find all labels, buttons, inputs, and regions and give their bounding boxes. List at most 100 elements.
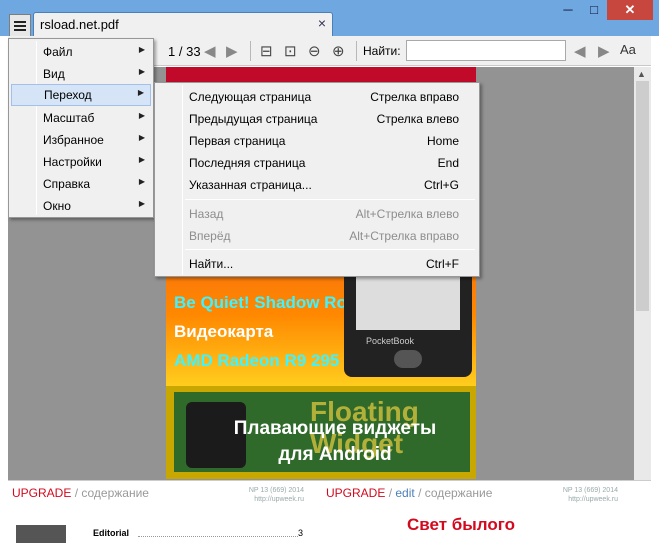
menu-item-find[interactable]: Найти... Ctrl+F	[157, 253, 477, 275]
menu-item-label: Настройки	[43, 155, 102, 169]
toc-leader	[138, 536, 298, 537]
menu-item-label: Справка	[43, 177, 91, 191]
menu-icon-line	[14, 21, 26, 23]
menu-item-next-page[interactable]: Следующая страница Стрелка вправо	[157, 86, 477, 108]
submenu-arrow-icon: ▶	[138, 199, 145, 208]
menu-item-first-page[interactable]: Первая страница Home	[157, 130, 477, 152]
submenu-arrow-icon: ▶	[138, 111, 145, 120]
page-total: / 33	[178, 44, 201, 59]
menu-item-label: Назад	[189, 207, 224, 221]
zoom-in-icon[interactable]: ⊕	[332, 42, 345, 60]
article-headline: Свет былого	[407, 515, 516, 534]
page-number[interactable]: 1 / 33	[168, 44, 201, 59]
section-header: UPGRADE / содержание	[12, 486, 149, 500]
scrollbar-thumb[interactable]	[636, 81, 649, 311]
fit-page-icon[interactable]: ⊟	[260, 42, 273, 60]
tab-title: rsload.net.pdf	[40, 17, 119, 32]
issue-info: NP 13 (669) 2014 http://upweek.ru	[248, 487, 304, 503]
close-window-button[interactable]: ✕	[607, 0, 653, 20]
menu-item-label: Вид	[43, 67, 65, 81]
menu-item-zoom[interactable]: Масштаб ▶	[11, 107, 151, 129]
menu-item-shortcut: Стрелка влево	[376, 112, 459, 126]
match-case-icon[interactable]: Aa	[620, 42, 636, 57]
toolbar-separator	[250, 41, 251, 61]
menu-item-label: Найти...	[189, 257, 234, 271]
menu-item-label: Окно	[43, 199, 71, 213]
find-prev-icon[interactable]: ◀	[574, 42, 586, 60]
minimize-button[interactable]: ─	[555, 0, 581, 20]
menu-item-file[interactable]: Файл ▶	[11, 41, 151, 63]
menu-item-shortcut: Alt+Стрелка вправо	[349, 229, 459, 243]
menu-item-label: Указанная страница...	[189, 178, 312, 192]
submenu-arrow-icon: ▶	[138, 45, 145, 54]
menu-item-prev-page[interactable]: Предыдущая страница Стрелка влево	[157, 108, 477, 130]
pdf-line-3: AMD Radeon R9 295 X2	[174, 351, 365, 370]
menu-item-label: Вперёд	[189, 229, 231, 243]
submenu-arrow-icon: ▶	[138, 67, 145, 76]
maximize-button[interactable]: □	[581, 0, 607, 20]
menu-item-label: Файл	[43, 45, 73, 59]
menu-item-shortcut: End	[437, 156, 459, 170]
banner-title: Плавающие виджеты для Android	[210, 416, 460, 468]
forward-arrow-icon[interactable]: ▶	[226, 42, 238, 60]
menu-item-label: Предыдущая страница	[189, 112, 318, 126]
toc-page: 3	[298, 528, 304, 538]
menu-item-label: Переход	[44, 88, 92, 102]
main-menu: Файл ▶ Вид ▶ Переход ▶ Масштаб ▶ Избранн…	[8, 38, 154, 218]
toc-entry: Editorial	[93, 528, 130, 538]
page-current[interactable]: 1	[168, 44, 175, 59]
banner-title-line-2: для Android	[278, 444, 392, 465]
menu-item-label: Избранное	[43, 133, 104, 147]
menu-item-settings[interactable]: Настройки ▶	[11, 151, 151, 173]
scroll-up-icon[interactable]: ▲	[637, 69, 646, 79]
tab-close-icon[interactable]: ×	[318, 15, 326, 31]
document-tab[interactable]: rsload.net.pdf ×	[33, 12, 333, 36]
menu-item-back: Назад Alt+Стрелка влево	[157, 203, 477, 225]
menu-item-shortcut: Стрелка вправо	[370, 90, 459, 104]
menu-item-shortcut: Alt+Стрелка влево	[355, 207, 459, 221]
menu-item-label: Масштаб	[43, 111, 95, 125]
menu-item-shortcut: Ctrl+F	[426, 257, 459, 271]
menu-item-shortcut: Ctrl+G	[423, 178, 459, 192]
submenu-arrow-icon: ▶	[138, 177, 145, 186]
back-arrow-icon[interactable]: ◀	[204, 42, 216, 60]
menu-item-favorites[interactable]: Избранное ▶	[11, 129, 151, 151]
menu-item-view[interactable]: Вид ▶	[11, 63, 151, 85]
menu-item-window[interactable]: Окно ▶	[11, 195, 151, 217]
menu-item-go[interactable]: Переход ▶	[11, 84, 151, 106]
find-next-icon[interactable]: ▶	[598, 42, 610, 60]
menu-item-label: Последняя страница	[189, 156, 306, 170]
menu-separator	[185, 199, 475, 200]
submenu-arrow-icon: ▶	[138, 133, 145, 142]
device-brand: PocketBook	[366, 336, 415, 346]
submenu-arrow-icon: ▶	[137, 88, 144, 97]
vertical-scrollbar[interactable]: ▲	[634, 67, 651, 480]
menu-separator	[185, 249, 475, 250]
find-label: Найти:	[363, 44, 401, 58]
menu-button[interactable]	[9, 14, 31, 38]
section-header: UPGRADE / edit / содержание	[326, 486, 493, 500]
menu-icon-line	[14, 25, 26, 27]
toolbar-separator	[356, 41, 357, 61]
pdf-line-2: Видеокарта	[174, 322, 274, 341]
page-right: UPGRADE / edit / содержание NP 13 (669) …	[322, 481, 622, 543]
ereader-nav	[394, 350, 422, 368]
go-submenu: Следующая страница Стрелка вправо Предыд…	[154, 82, 480, 277]
find-input[interactable]	[406, 40, 566, 61]
next-pages-strip: UPGRADE / содержание NP 13 (669) 2014 ht…	[8, 480, 651, 543]
submenu-arrow-icon: ▶	[138, 155, 145, 164]
zoom-out-icon[interactable]: ⊖	[308, 42, 321, 60]
menu-item-label: Следующая страница	[189, 90, 312, 104]
menu-item-help[interactable]: Справка ▶	[11, 173, 151, 195]
page-left: UPGRADE / содержание NP 13 (669) 2014 ht…	[8, 481, 308, 543]
menu-item-goto-page[interactable]: Указанная страница... Ctrl+G	[157, 174, 477, 196]
menu-item-last-page[interactable]: Последняя страница End	[157, 152, 477, 174]
widget-banner: Floating Widget Плавающие виджеты для An…	[174, 392, 470, 472]
menu-item-forward: Вперёд Alt+Стрелка вправо	[157, 225, 477, 247]
fit-width-icon[interactable]: ⊡	[284, 42, 297, 60]
menu-item-shortcut: Home	[426, 134, 459, 148]
banner-title-line-1: Плавающие виджеты	[233, 418, 437, 439]
menu-item-label: Первая страница	[189, 134, 286, 148]
thumbnail-image	[16, 525, 66, 543]
issue-info: NP 13 (669) 2014 http://upweek.ru	[562, 487, 618, 503]
